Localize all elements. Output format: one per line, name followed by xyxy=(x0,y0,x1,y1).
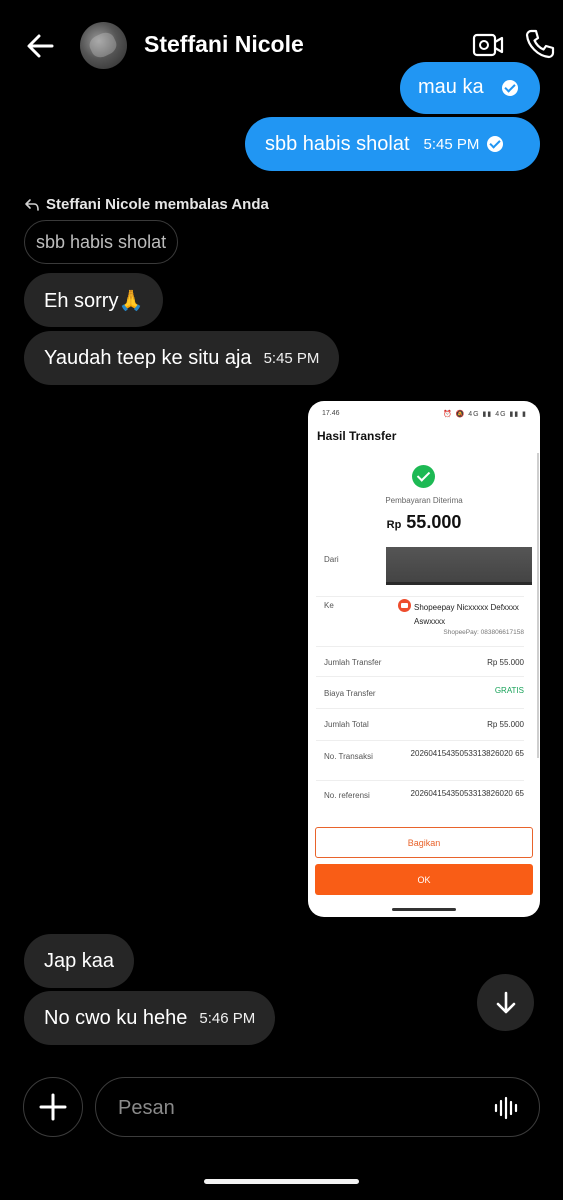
read-check-icon xyxy=(487,136,504,152)
detail-row-jumlah-transfer: Jumlah Transfer Rp 55.000 xyxy=(316,647,524,677)
attach-button[interactable] xyxy=(23,1077,83,1137)
currency: Rp xyxy=(386,519,402,531)
status-icons: ⏰ 🔕 4G ▮▮ 4G ▮▮ ▮ xyxy=(442,411,527,418)
row-label: Ke xyxy=(324,601,334,610)
row-value: Rp 55.000 xyxy=(487,658,524,667)
incoming-message[interactable]: Yaudah teep ke situ aja 5:45 PM xyxy=(24,331,340,385)
status-bar: 17.46 ⏰ 🔕 4G ▮▮ 4G ▮▮ ▮ xyxy=(322,410,527,418)
message-time: 5:46 PM xyxy=(199,1009,256,1027)
message-time: 5:45 PM xyxy=(263,349,320,367)
recipient-id: ShopeePay: 083806617158 xyxy=(443,629,524,636)
message-composer xyxy=(95,1077,540,1137)
outgoing-message[interactable]: mau ka xyxy=(400,62,540,114)
back-button[interactable] xyxy=(22,28,58,64)
row-value: GRATIS xyxy=(494,686,524,695)
incoming-message[interactable]: Jap kaa xyxy=(24,934,135,988)
ok-button: OK xyxy=(315,864,533,895)
app-title: Hasil Transfer xyxy=(317,429,397,443)
row-label: Jumlah Transfer xyxy=(324,658,382,667)
plus-icon xyxy=(39,1093,67,1121)
quoted-message[interactable]: sbb habis sholat xyxy=(24,220,179,264)
row-value: 20260415435053313826020 65 xyxy=(410,749,524,758)
video-call-icon xyxy=(472,33,504,57)
image-message[interactable]: 17.46 ⏰ 🔕 4G ▮▮ 4G ▮▮ ▮ Hasil Transfer P… xyxy=(308,401,540,917)
reply-header: Steffani Nicole membalas Anda xyxy=(24,196,269,213)
voice-call-button[interactable] xyxy=(524,28,556,60)
quoted-text: sbb habis sholat xyxy=(36,231,167,252)
amount-value: 55.000 xyxy=(406,512,462,532)
row-label: Dari xyxy=(324,555,339,564)
row-label: Biaya Transfer xyxy=(324,689,376,698)
message-text: No cwo ku hehe xyxy=(44,1006,188,1029)
status-time: 17.46 xyxy=(322,410,340,417)
detail-row-no-referensi: No. referensi 20260415435053313826020 65 xyxy=(316,781,524,815)
row-value: Rp 55.000 xyxy=(487,720,524,729)
row-label: No. Transaksi xyxy=(324,752,373,761)
row-value: 20260415435053313826020 65 xyxy=(410,789,524,798)
recipient-name: Shopeepay Nicxxxxx Defxxxx Aswxxxx xyxy=(414,603,519,626)
payment-amount: Rp 55.000 xyxy=(308,512,540,533)
success-check-icon xyxy=(412,465,435,488)
shopeepay-logo-icon xyxy=(398,599,411,612)
voice-message-button[interactable] xyxy=(493,1096,519,1120)
message-text: Eh sorry🙏 xyxy=(44,289,144,312)
message-input[interactable] xyxy=(118,1096,478,1120)
detail-row-biaya-transfer: Biaya Transfer GRATIS xyxy=(316,677,524,709)
voice-waveform-icon xyxy=(494,1096,518,1120)
contact-name[interactable]: Steffani Nicole xyxy=(144,31,304,58)
message-text: mau ka xyxy=(418,76,484,98)
arrow-left-icon xyxy=(27,34,54,58)
reply-header-text: Steffani Nicole membalas Anda xyxy=(46,196,269,213)
message-time: 5:45 PM xyxy=(423,135,480,153)
detail-row-jumlah-total: Jumlah Total Rp 55.000 xyxy=(316,709,524,741)
message-text: Yaudah teep ke situ aja xyxy=(44,346,252,369)
detail-row-no-transaksi: No. Transaksi 20260415435053313826020 65 xyxy=(316,741,524,781)
row-label: Jumlah Total xyxy=(324,720,369,729)
reply-arrow-icon xyxy=(25,198,39,211)
redacted-block xyxy=(386,547,532,585)
message-text: sbb habis sholat xyxy=(265,132,410,155)
avatar[interactable] xyxy=(80,22,127,69)
payment-status: Pembayaran Diterima xyxy=(385,496,463,505)
phone-icon xyxy=(525,29,555,59)
share-button: Bagikan xyxy=(315,827,533,858)
message-text: Jap kaa xyxy=(44,949,115,972)
read-check-icon xyxy=(502,80,518,96)
arrow-down-icon xyxy=(496,991,515,1013)
home-indicator xyxy=(392,908,456,911)
incoming-message[interactable]: Eh sorry🙏 xyxy=(24,273,164,327)
video-call-button[interactable] xyxy=(472,30,504,60)
outgoing-message[interactable]: sbb habis sholat 5:45 PM xyxy=(245,117,540,171)
scroll-to-bottom-button[interactable] xyxy=(477,974,534,1031)
row-label: No. referensi xyxy=(324,791,370,800)
home-indicator[interactable] xyxy=(204,1179,359,1184)
incoming-message[interactable]: No cwo ku hehe 5:46 PM xyxy=(24,991,276,1045)
